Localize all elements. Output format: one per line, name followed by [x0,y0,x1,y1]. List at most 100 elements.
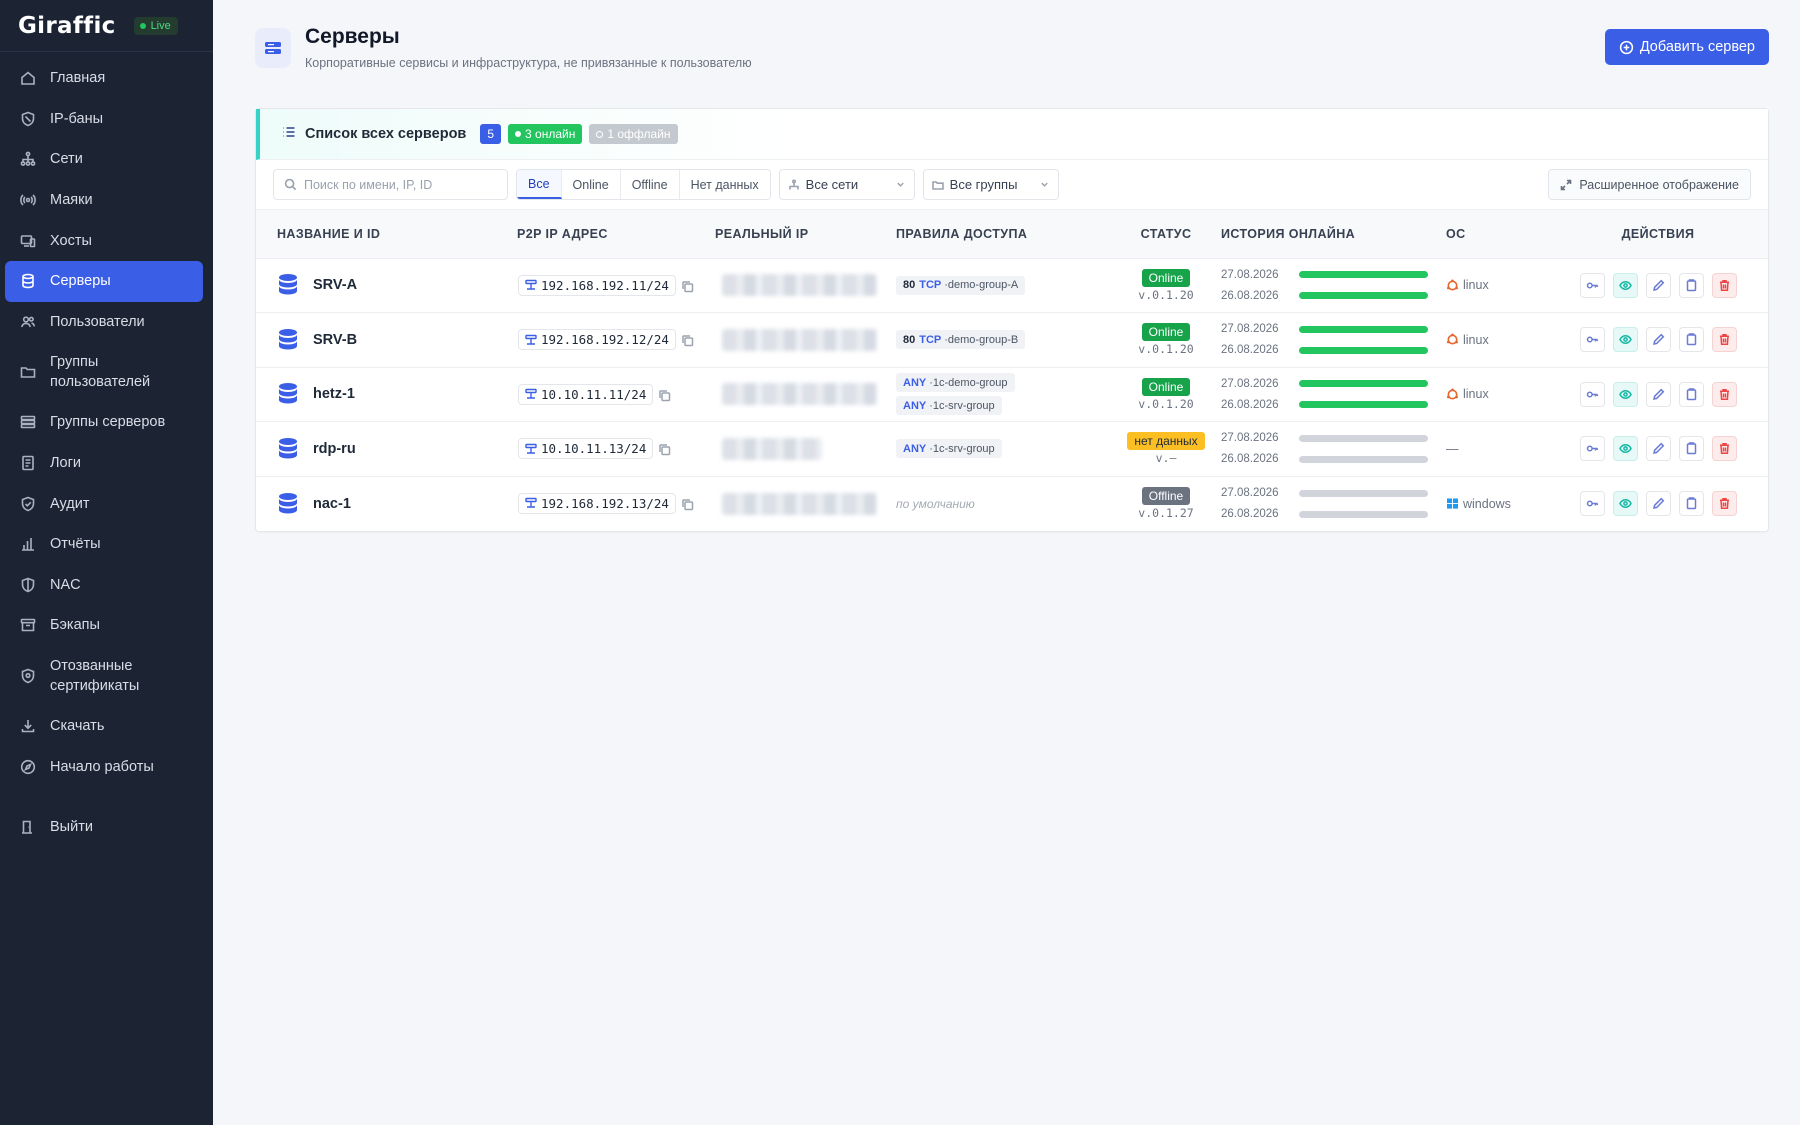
expanded-view-button[interactable]: Расширенное отображение [1548,169,1751,200]
duplicate-button[interactable] [1678,327,1704,353]
server-groups-icon [19,413,37,431]
sidebar-item-audit[interactable]: Аудит [5,483,203,524]
delete-button[interactable] [1711,327,1737,353]
sidebar-item-servers[interactable]: Серверы [5,260,203,302]
duplicate-button[interactable] [1678,491,1704,516]
sidebar-item-label: Главная [50,70,106,87]
copy-icon[interactable] [681,334,694,350]
history-bar [1299,292,1428,300]
server-name[interactable]: nac-1 [313,496,351,512]
folder-icon [19,363,37,381]
view-button[interactable] [1612,272,1638,298]
sidebar-item-getting-started[interactable]: Начало работы [5,746,203,787]
server-name[interactable]: SRV-B [313,332,357,348]
sidebar-item-download[interactable]: Скачать [5,706,203,747]
keys-button[interactable] [1579,381,1605,407]
server-name[interactable]: rdp-ru [313,441,356,457]
keys-button[interactable] [1579,327,1605,353]
history-bar [1299,380,1428,388]
logout-button[interactable]: Выйти [5,807,203,848]
filter-online[interactable]: Online [561,170,621,199]
rule-any: ANY [903,399,927,412]
edit-button[interactable] [1645,436,1671,462]
delete-button[interactable] [1711,381,1737,407]
network-node-icon [525,443,537,454]
col-os[interactable]: ОС [1446,210,1548,259]
network-node-icon [525,334,537,345]
delete-button[interactable] [1711,272,1737,298]
sidebar-item-hosts[interactable]: Хосты [5,220,203,261]
os-label: windows [1463,496,1511,511]
sidebar-item-revoked-certs[interactable]: Отозванные сертификаты [5,646,203,706]
keys-button[interactable] [1579,436,1605,462]
copy-icon[interactable] [681,498,694,514]
p2p-ip-pill: 10.10.11.11/24 [518,383,654,405]
real-ip-blurred [722,274,877,297]
filter-all[interactable]: Все [517,170,562,199]
keys-button[interactable] [1579,491,1605,516]
edit-button[interactable] [1645,272,1671,298]
sidebar-nav: Главная IP-баны Сети Маяки Хосты Серверы… [0,52,213,848]
edit-button[interactable] [1645,327,1671,353]
sidebar-item-backups[interactable]: Бэкапы [5,605,203,646]
sidebar-item-logs[interactable]: Логи [5,443,203,484]
server-name[interactable]: hetz-1 [313,386,355,402]
col-name[interactable]: НАЗВАНИЕ И ID [256,210,517,259]
sidebar-item-ip-bans[interactable]: IP-баны [5,99,203,140]
duplicate-button[interactable] [1678,381,1704,407]
duplicate-button[interactable] [1678,436,1704,462]
rule-any: ANY [903,442,927,455]
delete-button[interactable] [1711,436,1737,462]
view-button[interactable] [1612,436,1638,462]
table-row[interactable]: SRV-B 192.168.192.12/24 80 TCP ·demo-group… [256,312,1768,368]
filter-no-data[interactable]: Нет данных [679,170,770,199]
pencil-icon [1652,497,1664,509]
offline-ring-icon [596,130,604,138]
sidebar-item-user-groups[interactable]: Группы пользователей [5,342,203,402]
trash-icon [1719,334,1729,346]
search-input[interactable] [304,177,504,192]
edit-button[interactable] [1645,491,1671,516]
copy-icon[interactable] [681,280,694,296]
table-row[interactable]: SRV-A 192.168.192.11/24 80 TCP ·demo-group… [256,258,1768,313]
sidebar-item-label: Серверы [50,273,111,290]
copy-icon[interactable] [658,389,671,405]
home-icon [19,69,37,87]
table-header-row: НАЗВАНИЕ И ID P2P IP АДРЕС РЕАЛЬНЫЙ IP П… [256,210,1768,259]
view-button[interactable] [1612,491,1638,516]
edit-button[interactable] [1645,381,1671,407]
sidebar-item-home[interactable]: Главная [5,58,203,99]
p2p-ip-value: 192.168.192.11/24 [541,277,669,293]
table-row[interactable]: nac-1 192.168.192.13/24 по умолчанию Off… [256,476,1768,531]
groups-select[interactable]: Все группы [922,169,1059,200]
table-row[interactable]: hetz-1 10.10.11.11/24 ANY ·1c-demo-group … [256,367,1768,422]
server-name[interactable]: SRV-A [313,277,357,293]
sidebar-item-reports[interactable]: Отчёты [5,524,203,565]
sidebar-item-nac[interactable]: NAC [5,565,203,606]
rule-port: 80 [903,333,916,346]
delete-button[interactable] [1711,491,1737,516]
sidebar-item-users[interactable]: Пользователи [5,302,203,343]
sidebar-item-networks[interactable]: Сети [5,139,203,180]
col-status[interactable]: СТАТУС [1111,210,1221,259]
view-button[interactable] [1612,327,1638,353]
col-real-ip[interactable]: РЕАЛЬНЫЙ IP [715,210,896,259]
sidebar-item-server-groups[interactable]: Группы серверов [5,402,203,443]
networks-select[interactable]: Все сети [778,169,915,200]
sidebar-item-beacons[interactable]: Маяки [5,180,203,221]
history-bar [1299,489,1428,497]
col-online-history[interactable]: ИСТОРИЯ ОНЛАЙНА [1221,210,1446,259]
view-button[interactable] [1612,381,1638,407]
brand-logo[interactable]: Giraffic [18,13,116,39]
filter-offline[interactable]: Offline [620,170,680,199]
copy-icon[interactable] [658,443,671,459]
table-row[interactable]: rdp-ru 10.10.11.13/24 ANY ·1c-srv-group н… [256,421,1768,477]
status-badge: нет данных [1127,432,1205,451]
col-p2p-ip[interactable]: P2P IP АДРЕС [517,210,715,259]
duplicate-button[interactable] [1678,272,1704,298]
sidebar-item-label: Маяки [50,192,93,209]
eye-icon [1618,444,1632,454]
col-access-rules[interactable]: ПРАВИЛА ДОСТУПА [896,210,1111,259]
keys-button[interactable] [1579,272,1605,298]
add-server-button[interactable]: Добавить сервер [1604,29,1769,65]
